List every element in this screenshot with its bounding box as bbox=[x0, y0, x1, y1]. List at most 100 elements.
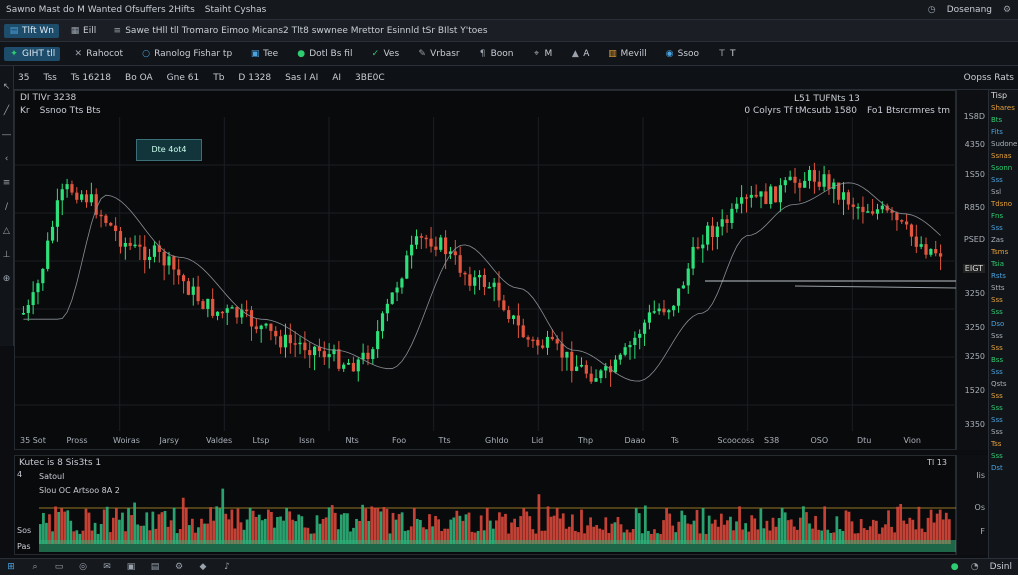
candle-body bbox=[875, 209, 880, 214]
volume-histogram[interactable] bbox=[15, 456, 957, 556]
sidebar-item[interactable]: Sss bbox=[989, 342, 1018, 354]
chart-icon[interactable]: ▤ bbox=[150, 562, 160, 572]
t3-item-5[interactable]: Tb bbox=[213, 73, 224, 83]
store-icon[interactable]: ◆ bbox=[198, 562, 208, 572]
sidebar-item[interactable]: Dso bbox=[989, 318, 1018, 330]
chevron-left-icon[interactable]: ‹ bbox=[2, 154, 12, 164]
horizontal-line-icon[interactable]: ― bbox=[2, 130, 12, 140]
sidebar-item[interactable]: Rsts bbox=[989, 270, 1018, 282]
tool-check[interactable]: ✓ Ves bbox=[365, 47, 404, 61]
volume-bar bbox=[555, 508, 559, 544]
chart-timeframe[interactable]: Kr bbox=[20, 106, 30, 116]
brush-icon[interactable]: ∕ bbox=[2, 202, 12, 212]
sidebar-item[interactable]: Qsts bbox=[989, 378, 1018, 390]
tool-grid[interactable]: ● Dotl Bs fil bbox=[291, 47, 357, 61]
music-icon[interactable]: ♪ bbox=[222, 562, 232, 572]
chart-ohlc-label: 0 Colyrs Tf tMcsutb 1580 bbox=[744, 106, 857, 116]
sidebar-item[interactable]: Bss bbox=[989, 354, 1018, 366]
t3-item-3[interactable]: Bo OA bbox=[125, 73, 153, 83]
sidebar-item[interactable]: Sss bbox=[989, 414, 1018, 426]
sidebar-item[interactable]: Sss bbox=[989, 402, 1018, 414]
tool-measure[interactable]: ⌖ M bbox=[527, 47, 558, 61]
t3-item-6[interactable]: D 1328 bbox=[238, 73, 271, 83]
settings-icon[interactable]: ⚙ bbox=[1002, 5, 1012, 15]
sidebar-item[interactable]: Ssonn bbox=[989, 162, 1018, 174]
sidebar-item[interactable]: Bts bbox=[989, 114, 1018, 126]
sidebar-item[interactable]: Sss bbox=[989, 426, 1018, 438]
price-level-line-2[interactable] bbox=[794, 285, 957, 289]
candle-body bbox=[613, 359, 618, 373]
tool-crosshair[interactable]: ✕ Rahocot bbox=[68, 47, 128, 61]
sidebar-item[interactable]: Sudone bbox=[989, 138, 1018, 150]
candle-body bbox=[196, 286, 200, 302]
t3-item-1[interactable]: Tss bbox=[43, 73, 56, 83]
sidebar-item[interactable]: Zas bbox=[989, 234, 1018, 246]
sidebar-item[interactable]: Ssl bbox=[989, 186, 1018, 198]
volume-bar bbox=[847, 511, 851, 544]
t3-item-9[interactable]: 3BE0C bbox=[355, 73, 385, 83]
tray-icon[interactable]: ● bbox=[950, 562, 960, 572]
toolbar1-item-1[interactable]: ▦ Eill bbox=[65, 24, 101, 38]
settings-icon[interactable]: ⚙ bbox=[174, 562, 184, 572]
sidebar-item[interactable]: Sss bbox=[989, 390, 1018, 402]
terminal-icon[interactable]: ▣ bbox=[126, 562, 136, 572]
volume-bar bbox=[637, 513, 641, 544]
sidebar-item[interactable]: Sss bbox=[989, 174, 1018, 186]
candle-body bbox=[84, 194, 89, 203]
time-axis[interactable]: 35 Sot Pross Woiras Jarsy Valdes Ltsp Issn Nts F… bbox=[14, 434, 956, 448]
tool-replay[interactable]: ▥ Mevill bbox=[602, 47, 651, 61]
sidebar-item[interactable]: Fns bbox=[989, 210, 1018, 222]
sidebar-item[interactable]: Ssnas bbox=[989, 150, 1018, 162]
t3-item-2[interactable]: Ts 16218 bbox=[71, 73, 111, 83]
volume-bar bbox=[665, 507, 668, 544]
marker-box[interactable]: Dte 4ot4 bbox=[136, 139, 202, 161]
sidebar-item[interactable]: Sss bbox=[989, 450, 1018, 462]
chart-symbol[interactable]: DI TIVr 3238 bbox=[20, 93, 76, 103]
toolbar1-item-0[interactable]: ▤ Tlft Wn bbox=[4, 23, 60, 38]
sidebar-item[interactable]: Stts bbox=[989, 282, 1018, 294]
tool-layout[interactable]: ▣ Tee bbox=[245, 47, 283, 61]
windows-icon[interactable]: ⊞ bbox=[6, 562, 16, 572]
wifi-icon[interactable]: ◔ bbox=[970, 562, 980, 572]
trend-line-icon[interactable]: ╱ bbox=[2, 106, 12, 116]
sidebar-item[interactable]: Tsia bbox=[989, 258, 1018, 270]
sidebar-item[interactable]: Tss bbox=[989, 438, 1018, 450]
toolbar1-item-2[interactable]: ≡ Sawe tHll tll Tromaro Eimoo Micans2 Tlt… bbox=[107, 24, 492, 38]
t3-item-0[interactable]: 35 bbox=[18, 73, 29, 83]
sidebar-item[interactable]: Sss bbox=[989, 330, 1018, 342]
sidebar-item[interactable]: Sss bbox=[989, 294, 1018, 306]
browser-icon[interactable]: ◎ bbox=[78, 562, 88, 572]
tool-camera[interactable]: ◉ Ssoo bbox=[660, 47, 704, 61]
sidebar-item[interactable]: Fits bbox=[989, 126, 1018, 138]
mail-icon[interactable]: ✉ bbox=[102, 562, 112, 572]
sidebar-item[interactable]: Tsms bbox=[989, 246, 1018, 258]
candle-body bbox=[21, 313, 26, 315]
t3-item-4[interactable]: Gne 61 bbox=[167, 73, 200, 83]
sidebar-item[interactable]: Dst bbox=[989, 462, 1018, 474]
shape-icon[interactable]: △ bbox=[2, 226, 12, 236]
ruler-icon[interactable]: ⊥ bbox=[2, 250, 12, 260]
tool-ellipse[interactable]: ○ Ranolog Fishar tp bbox=[136, 47, 237, 61]
price-axis[interactable]: 1S8D 4350 1S50 R850 PSED EIGT 3250 3250 … bbox=[956, 90, 988, 450]
search-icon[interactable]: ⌕ bbox=[30, 562, 40, 572]
sidebar-item[interactable]: Shares bbox=[989, 102, 1018, 114]
sidebar-item[interactable]: Sss bbox=[989, 306, 1018, 318]
sidebar-item[interactable]: Sss bbox=[989, 222, 1018, 234]
tool-text-tool[interactable]: TT bbox=[712, 47, 741, 61]
tool-alert[interactable]: ▲ A bbox=[565, 47, 594, 61]
tool-pencil[interactable]: ✎ Vrbasr bbox=[412, 47, 464, 61]
tool-text[interactable]: ¶ Boon bbox=[473, 47, 519, 61]
fib-icon[interactable]: ≡ bbox=[2, 178, 12, 188]
cursor-tool-icon[interactable]: ↖ bbox=[2, 82, 12, 92]
tool-cursor[interactable]: ✦ GIHT tll bbox=[4, 46, 61, 61]
price-label-5: EIGT bbox=[962, 264, 985, 273]
volume-panel[interactable]: Kutec is 8 Sis3ts 1 Tl 13 Satoul Slou OC… bbox=[14, 455, 957, 556]
sidebar-item[interactable]: Tdsno bbox=[989, 198, 1018, 210]
candle-body bbox=[841, 192, 846, 200]
t3-item-7[interactable]: Sas I AI bbox=[285, 73, 318, 83]
folder-icon[interactable]: ▭ bbox=[54, 562, 64, 572]
zoom-icon[interactable]: ⊕ bbox=[2, 274, 12, 284]
chart-interval[interactable]: Ssnoo Tts Bts bbox=[40, 106, 101, 116]
t3-item-8[interactable]: AI bbox=[332, 73, 341, 83]
sidebar-item[interactable]: Sss bbox=[989, 366, 1018, 378]
